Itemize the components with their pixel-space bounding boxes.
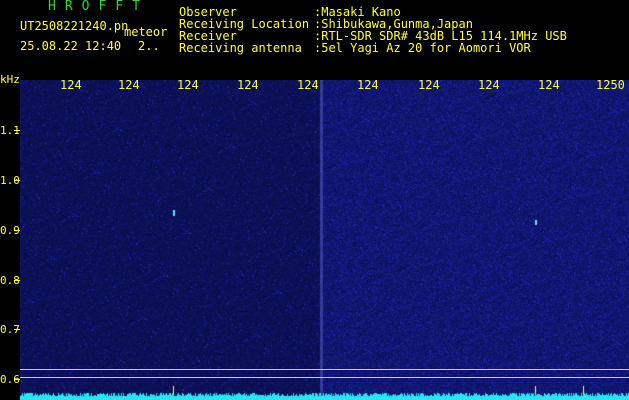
datetime-label: 25.08.22 12:40 [20, 39, 122, 53]
reference-line-lower [20, 377, 629, 378]
x-tick-label: 124 [237, 78, 259, 92]
x-tick-label: 124 [177, 78, 199, 92]
x-tick-label: 124 [538, 78, 560, 92]
y-tick-mark [14, 180, 20, 181]
reference-line-upper [20, 369, 629, 370]
x-tick-label: 124 [418, 78, 440, 92]
meteor-label: meteor [124, 25, 168, 39]
spectrogram-display[interactable] [20, 80, 629, 400]
x-tick-label: 1250 [596, 78, 625, 92]
y-tick-mark [14, 130, 20, 131]
y-tick-mark [14, 230, 20, 231]
y-tick-mark [14, 280, 20, 281]
hrofft-logo: HROFFT [48, 0, 149, 14]
y-tick-mark [14, 379, 20, 380]
x-tick-label: 124 [357, 78, 379, 92]
x-tick-label: 124 [478, 78, 500, 92]
x-tick-label: 124 [297, 78, 319, 92]
antenna-value: :5el Yagi Az 20 for Aomori VOR [314, 41, 531, 55]
y-tick-mark [14, 329, 20, 330]
x-tick-label: 124 [118, 78, 140, 92]
x-tick-label: 124 [60, 78, 82, 92]
antenna-label: Receiving antenna [179, 41, 302, 55]
y-unit-label: kHz [0, 73, 20, 86]
filename-label: UT2508221240.pn [20, 19, 129, 33]
meteor-count: 2.. [138, 39, 160, 53]
spectrogram-canvas[interactable] [20, 80, 629, 400]
